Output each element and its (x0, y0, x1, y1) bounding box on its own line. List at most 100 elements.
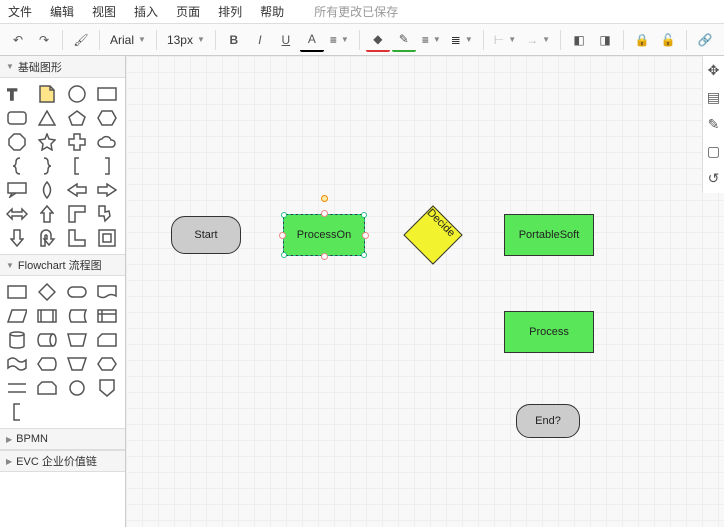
page-icon[interactable]: ▢ (707, 143, 720, 160)
fc-terminator[interactable] (62, 280, 92, 304)
fc-predefined[interactable] (32, 304, 62, 328)
undo-button[interactable]: ↶ (6, 28, 30, 52)
fontcolor-button[interactable]: A (300, 28, 324, 52)
bold-button[interactable]: B (222, 28, 246, 52)
layers-icon[interactable]: ▤ (707, 89, 720, 106)
shape-arrow-l[interactable] (62, 178, 92, 202)
font-select[interactable]: Arial▼ (106, 33, 150, 47)
fc-loop[interactable] (32, 376, 62, 400)
shape-drop[interactable] (32, 178, 62, 202)
linewidth-button[interactable]: ≡▼ (418, 33, 445, 47)
menu-view[interactable]: 视图 (92, 3, 116, 20)
category-flowchart[interactable]: ▼Flowchart 流程图 (0, 254, 125, 276)
shape-hexagon[interactable] (92, 106, 122, 130)
unlock-button[interactable]: 🔓 (656, 28, 680, 52)
svg-text:T: T (7, 87, 17, 102)
category-evc[interactable]: ▶EVC 企业价值链 (0, 450, 125, 472)
fc-stored[interactable] (62, 304, 92, 328)
fontsize-select[interactable]: 13px▼ (163, 33, 209, 47)
shape-corner[interactable] (62, 202, 92, 226)
fc-direct[interactable] (32, 328, 62, 352)
italic-button[interactable]: I (248, 28, 272, 52)
shape-octagon[interactable] (2, 130, 32, 154)
shape-cloud[interactable] (92, 130, 122, 154)
menu-help[interactable]: 帮助 (260, 3, 284, 20)
shape-pentagon[interactable] (62, 106, 92, 130)
fc-decision[interactable] (32, 280, 62, 304)
shape-uturn[interactable] (32, 226, 62, 250)
shape-circle[interactable] (62, 82, 92, 106)
shape-brace-l[interactable] (2, 154, 32, 178)
connector-start-button[interactable]: ⊢▼ (490, 33, 520, 47)
underline-button[interactable]: U (274, 28, 298, 52)
redo-button[interactable]: ↷ (32, 28, 56, 52)
shape-cross[interactable] (62, 130, 92, 154)
link-button[interactable]: 🔗 (693, 28, 717, 52)
fc-database[interactable] (2, 328, 32, 352)
menu-insert[interactable]: 插入 (134, 3, 158, 20)
fc-tape[interactable] (2, 352, 32, 376)
node-process[interactable]: Process (504, 311, 594, 353)
toolbar: ↶ ↷ 🖌 Arial▼ 13px▼ B I U A ≡▼ ◆ ✎ ≡▼ ≣▼ … (0, 24, 724, 56)
shape-arrow-u[interactable] (32, 202, 62, 226)
nav-icon[interactable]: ✥ (708, 62, 720, 79)
fc-internal[interactable] (92, 304, 122, 328)
menu-edit[interactable]: 编辑 (50, 3, 74, 20)
fc-preparation[interactable] (92, 352, 122, 376)
category-bpmn[interactable]: ▶BPMN (0, 428, 125, 450)
fc-manual[interactable] (62, 328, 92, 352)
fc-display[interactable] (32, 352, 62, 376)
shape-turn[interactable] (92, 202, 122, 226)
shape-rect[interactable] (92, 82, 122, 106)
shape-star[interactable] (32, 130, 62, 154)
send-back-button[interactable]: ◨ (593, 28, 617, 52)
node-end[interactable]: End? (516, 404, 580, 438)
menu-page[interactable]: 页面 (176, 3, 200, 20)
history-icon[interactable]: ↺ (708, 170, 720, 187)
shape-text[interactable]: T (2, 82, 32, 106)
fc-card[interactable] (92, 328, 122, 352)
fc-connector[interactable] (62, 376, 92, 400)
connector-end-button[interactable]: →▼ (522, 33, 554, 47)
fc-data[interactable] (2, 304, 32, 328)
right-toolbar: ✥ ▤ ✎ ▢ ↺ (702, 56, 724, 193)
node-processon[interactable]: ProcessOn (283, 214, 365, 256)
shape-callout[interactable] (2, 178, 32, 202)
node-decide[interactable]: Decide (404, 206, 462, 264)
shape-arrow-lr[interactable] (2, 202, 32, 226)
shape-rounded[interactable] (2, 106, 32, 130)
node-portablesoft[interactable]: PortableSoft (504, 214, 594, 256)
shape-triangle[interactable] (32, 106, 62, 130)
shape-bracket-r[interactable] (92, 154, 122, 178)
shape-sidebar: ▼基础图形 T (0, 56, 126, 527)
shape-arrow-d[interactable] (2, 226, 32, 250)
linestyle-button[interactable]: ≣▼ (447, 33, 477, 47)
lock-button[interactable]: 🔒 (630, 28, 654, 52)
shape-bracket-l[interactable] (62, 154, 92, 178)
fc-annotation[interactable] (2, 400, 32, 424)
fillcolor-button[interactable]: ◆ (366, 28, 390, 52)
linecolor-button[interactable]: ✎ (392, 28, 416, 52)
fc-manual-op[interactable] (62, 352, 92, 376)
fc-process[interactable] (2, 280, 32, 304)
annotate-icon[interactable]: ✎ (708, 116, 720, 133)
shape-brace-r[interactable] (32, 154, 62, 178)
shape-corner2[interactable] (62, 226, 92, 250)
flowchart-shapes (0, 276, 125, 428)
menu-bar: 文件 编辑 视图 插入 页面 排列 帮助 所有更改已保存 (0, 0, 724, 24)
menu-file[interactable]: 文件 (8, 3, 32, 20)
shape-note[interactable] (32, 82, 62, 106)
category-basic[interactable]: ▼基础图形 (0, 56, 125, 78)
format-painter-button[interactable]: 🖌 (69, 28, 93, 52)
align-button[interactable]: ≡▼ (326, 33, 353, 47)
canvas[interactable]: Start ProcessOn Decide PortableSoft Proc… (126, 56, 724, 527)
shape-frame[interactable] (92, 226, 122, 250)
bring-front-button[interactable]: ◧ (567, 28, 591, 52)
menu-arrange[interactable]: 排列 (218, 3, 242, 20)
shape-arrow-r[interactable] (92, 178, 122, 202)
fc-offpage[interactable] (92, 376, 122, 400)
basic-shapes: T (0, 78, 125, 254)
fc-parallel[interactable] (2, 376, 32, 400)
fc-document[interactable] (92, 280, 122, 304)
node-start[interactable]: Start (171, 216, 241, 254)
